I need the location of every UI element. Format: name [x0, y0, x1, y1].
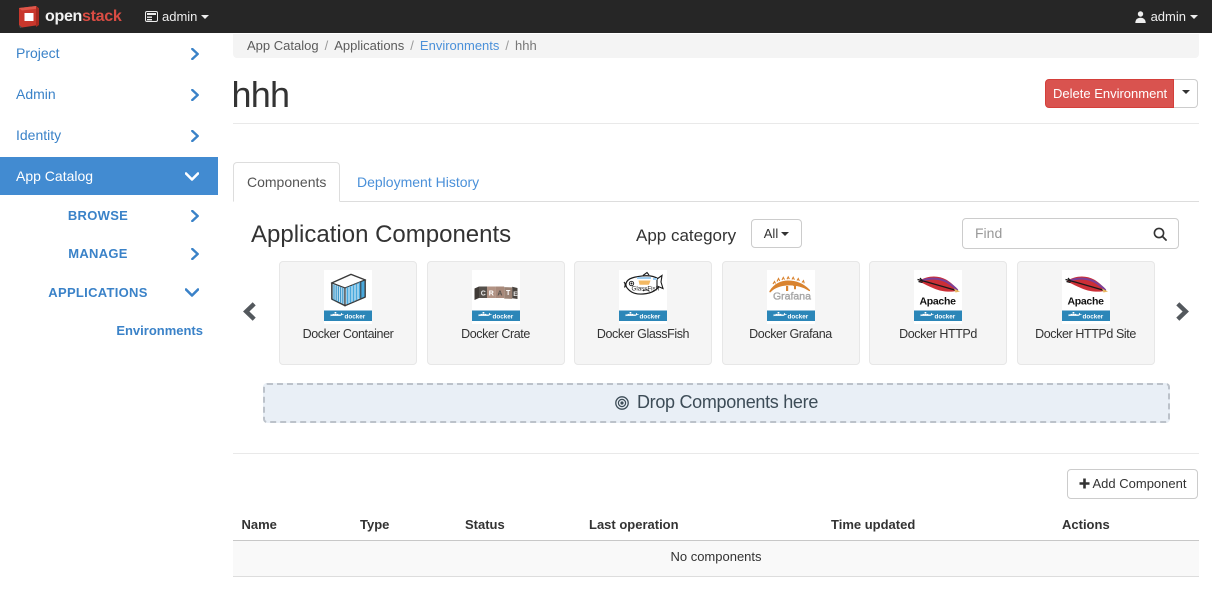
- svg-text:Apache: Apache: [920, 295, 957, 307]
- svg-text:R: R: [488, 290, 493, 297]
- svg-text:C: C: [480, 290, 485, 297]
- svg-text:Apache: Apache: [1067, 295, 1104, 307]
- svg-text:GlassFish: GlassFish: [632, 285, 660, 292]
- svg-text:A: A: [497, 290, 502, 297]
- svg-text:Grafana: Grafana: [773, 290, 811, 302]
- svg-text:T: T: [506, 290, 511, 297]
- svg-text:E: E: [513, 290, 518, 297]
